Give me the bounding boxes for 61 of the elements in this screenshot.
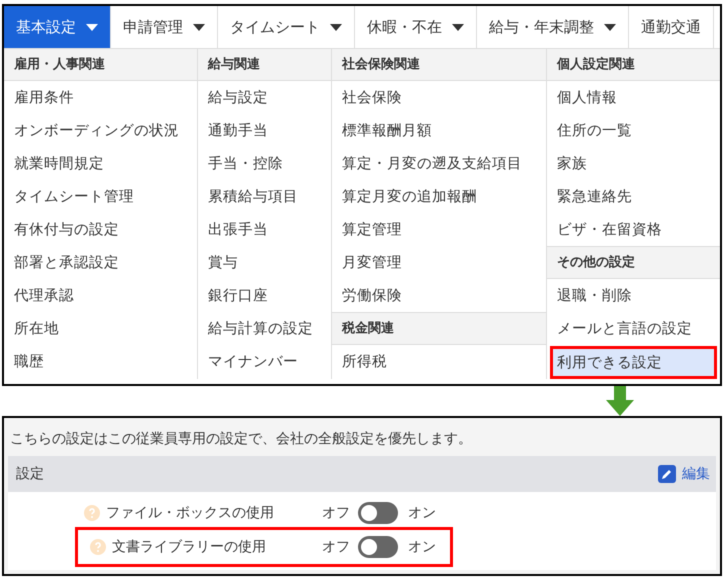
caret-icon: [452, 24, 464, 30]
menu-item[interactable]: タイムシート管理: [4, 180, 197, 213]
help-icon: [90, 539, 106, 555]
menu-item[interactable]: ビザ・在留資格: [547, 213, 720, 246]
menu-item[interactable]: 算定・月変の遡及支給項目: [332, 147, 546, 180]
caret-icon: [330, 24, 342, 30]
menu-item[interactable]: 賞与: [198, 246, 331, 279]
off-label: オフ: [322, 504, 350, 522]
menu-item[interactable]: 雇用条件: [4, 81, 197, 114]
section-heading: その他の設定: [547, 246, 720, 279]
menu-item[interactable]: 有休付与の設定: [4, 213, 197, 246]
nav-tab[interactable]: 基本設定: [4, 6, 111, 48]
menu-item[interactable]: 給与計算の設定: [198, 312, 331, 345]
setting-label: 文書ライブラリーの使用: [112, 538, 266, 556]
menu-item[interactable]: 算定管理: [332, 213, 546, 246]
section-heading: 雇用・人事関連: [4, 49, 197, 81]
menu-item[interactable]: 銀行口座: [198, 279, 331, 312]
caret-icon: [604, 24, 616, 30]
section-heading: 個人設定関連: [547, 49, 720, 81]
menu-item[interactable]: メールと言語の設定: [547, 312, 720, 345]
menu-item[interactable]: 緊急連絡先: [547, 180, 720, 213]
edit-button[interactable]: 編集: [658, 465, 710, 483]
menu-item[interactable]: 就業時間規定: [4, 147, 197, 180]
menu-item[interactable]: 算定月変の追加報酬: [332, 180, 546, 213]
on-label: オン: [408, 504, 436, 522]
menu-item[interactable]: 所得税: [332, 345, 546, 378]
setting-label: ファイル・ボックスの使用: [106, 504, 274, 522]
help-icon: [84, 505, 100, 521]
menu-item[interactable]: 給与設定: [198, 81, 331, 114]
menu-item[interactable]: 標準報酬月額: [332, 114, 546, 147]
section-heading: 社会保険関連: [332, 49, 546, 81]
menu-item[interactable]: 個人情報: [547, 81, 720, 114]
section-heading: 給与関連: [198, 49, 331, 81]
menu-item[interactable]: 職歴: [4, 345, 197, 378]
menu-item[interactable]: 代理承認: [4, 279, 197, 312]
toggle-switch[interactable]: [358, 502, 398, 524]
caret-icon: [86, 24, 98, 30]
section-heading: 税金関連: [332, 312, 546, 345]
note-text: こちらの設定はこの従業員専用の設定で、会社の全般設定を優先します。: [9, 430, 473, 449]
caret-icon: [193, 24, 205, 30]
menu-item[interactable]: 累積給与項目: [198, 180, 331, 213]
menu-item[interactable]: 労働保険: [332, 279, 546, 312]
menu-item[interactable]: オンボーディングの状況: [4, 114, 197, 147]
menu-item[interactable]: 退職・削除: [547, 279, 720, 312]
pencil-icon: [658, 465, 676, 483]
menu-item[interactable]: 部署と承認設定: [4, 246, 197, 279]
menu-item[interactable]: 住所の一覧: [547, 114, 720, 147]
toggle-switch[interactable]: [358, 536, 398, 558]
section-title: 設定: [16, 465, 44, 483]
menu-item[interactable]: 所在地: [4, 312, 197, 345]
menu-item[interactable]: 通勤手当: [198, 114, 331, 147]
menu-item[interactable]: 利用できる設定: [550, 346, 717, 379]
menu-item[interactable]: 家族: [547, 147, 720, 180]
menu-item[interactable]: 月変管理: [332, 246, 546, 279]
menu-item[interactable]: 出張手当: [198, 213, 331, 246]
off-label: オフ: [322, 538, 350, 556]
menu-item[interactable]: 手当・控除: [198, 147, 331, 180]
on-label: オン: [408, 538, 436, 556]
menu-item[interactable]: 社会保険: [332, 81, 546, 114]
menu-item[interactable]: マイナンバー: [198, 345, 331, 378]
down-arrow-icon: [606, 386, 634, 416]
